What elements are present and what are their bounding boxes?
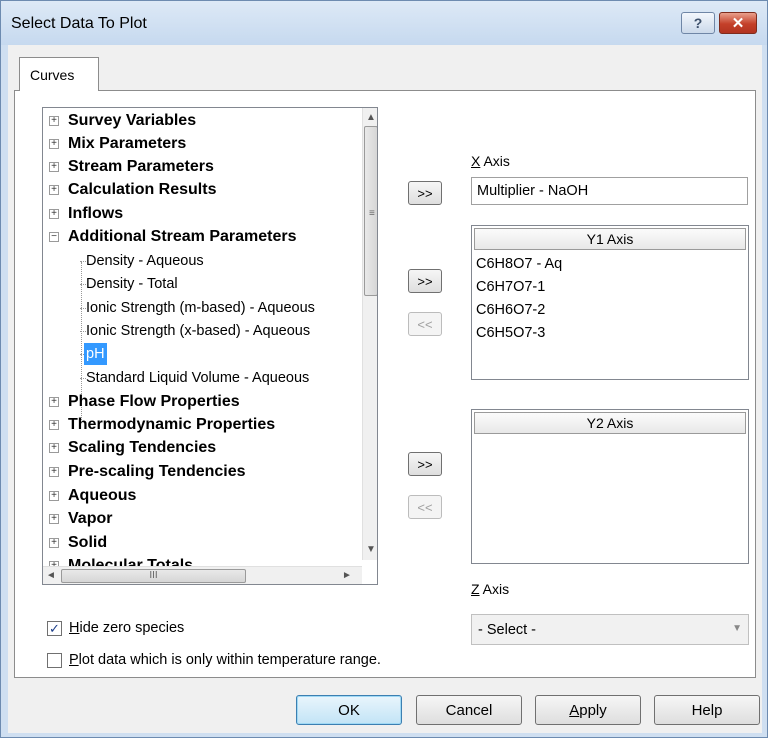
scrollbar-thumb[interactable]: III bbox=[61, 569, 246, 583]
tree-item-label: Stream Parameters bbox=[68, 158, 214, 175]
list-item[interactable]: C6H6O7-2 bbox=[476, 298, 545, 322]
select-data-dialog: Select Data To Plot ? ✕ Curves + Survey … bbox=[0, 0, 768, 738]
temperature-range-option[interactable]: Plot data which is only within temperatu… bbox=[47, 652, 381, 668]
title-bar[interactable]: Select Data To Plot ? ✕ bbox=[1, 1, 767, 45]
expand-icon[interactable]: + bbox=[49, 514, 59, 524]
z-axis-select[interactable]: - Select - ▼ bbox=[471, 614, 749, 645]
hide-zero-species-option[interactable]: ✓ Hide zero species bbox=[47, 620, 184, 636]
hide-zero-species-label: Hide zero species bbox=[69, 620, 184, 636]
expand-icon[interactable]: + bbox=[49, 185, 59, 195]
temp-range-text: lot data which is only within temperatur… bbox=[78, 652, 381, 668]
expand-icon[interactable]: + bbox=[49, 443, 59, 453]
variable-tree[interactable]: + Survey Variables + Mix Parameters + St… bbox=[42, 107, 378, 585]
apply-button[interactable]: Apply bbox=[535, 695, 641, 725]
curves-tab-page: + Survey Variables + Mix Parameters + St… bbox=[14, 90, 756, 678]
z-axis-selected-value: - Select - bbox=[478, 622, 537, 638]
close-button[interactable]: ✕ bbox=[719, 12, 757, 34]
tree-item-label: Pre-scaling Tendencies bbox=[68, 463, 246, 480]
x-axis-label-mnemonic: X bbox=[471, 153, 481, 169]
remove-from-y2-axis-button[interactable]: << bbox=[408, 495, 442, 519]
expand-icon[interactable]: + bbox=[49, 139, 59, 149]
y2-axis-header: Y2 Axis bbox=[474, 412, 746, 434]
hide-zero-species-checkbox[interactable]: ✓ bbox=[47, 620, 62, 636]
tree-item-label: Density - Aqueous bbox=[86, 253, 204, 269]
window-title: Select Data To Plot bbox=[11, 15, 147, 32]
grip-icon: ≡ bbox=[369, 208, 375, 219]
add-to-x-axis-button[interactable]: >> bbox=[408, 181, 442, 205]
tab-curves[interactable]: Curves bbox=[19, 57, 99, 91]
tree-item-label: Survey Variables bbox=[68, 112, 197, 129]
tree-item-label: Inflows bbox=[68, 205, 124, 222]
scrollbar-thumb[interactable]: ≡ bbox=[364, 126, 377, 296]
temp-range-mnemonic: P bbox=[69, 652, 79, 668]
tree-item-label: Ionic Strength (x-based) - Aqueous bbox=[86, 323, 311, 339]
x-axis-field[interactable]: Multiplier - NaOH bbox=[471, 177, 748, 205]
help-button[interactable]: Help bbox=[654, 695, 760, 725]
tree-item-label: Ionic Strength (m-based) - Aqueous bbox=[86, 300, 315, 316]
expand-icon[interactable]: + bbox=[49, 491, 59, 501]
cancel-button[interactable]: Cancel bbox=[416, 695, 522, 725]
tree-horizontal-scrollbar[interactable]: ◄ III ► bbox=[43, 566, 362, 584]
scroll-right-icon[interactable]: ► bbox=[339, 568, 355, 584]
expand-icon[interactable]: + bbox=[49, 116, 59, 126]
help-title-button[interactable]: ? bbox=[681, 12, 715, 34]
temperature-range-label: Plot data which is only within temperatu… bbox=[69, 652, 381, 668]
list-item[interactable]: C6H5O7-3 bbox=[476, 321, 545, 345]
tree-item-label: Additional Stream Parameters bbox=[68, 228, 297, 245]
chevron-down-icon[interactable]: ▼ bbox=[732, 623, 742, 634]
expand-icon[interactable]: + bbox=[49, 467, 59, 477]
x-axis-label: X Axis bbox=[471, 153, 510, 169]
hide-zero-text: ide zero species bbox=[79, 620, 185, 636]
remove-from-y1-axis-button[interactable]: << bbox=[408, 312, 442, 336]
tree-item-label: Aqueous bbox=[68, 487, 137, 504]
tree-item-label: Solid bbox=[68, 534, 108, 551]
temperature-range-checkbox[interactable] bbox=[47, 652, 62, 668]
expand-icon[interactable]: + bbox=[49, 538, 59, 548]
tree-item-label: Mix Parameters bbox=[68, 135, 187, 152]
y2-axis-list[interactable]: Y2 Axis bbox=[471, 409, 749, 564]
tree-vertical-scrollbar[interactable]: ▲ ≡ ▼ bbox=[362, 108, 377, 560]
tree-item-label-selected: pH bbox=[84, 343, 107, 365]
ok-button[interactable]: OK bbox=[296, 695, 402, 725]
tree-item-label: Phase Flow Properties bbox=[68, 393, 240, 410]
scroll-up-icon[interactable]: ▲ bbox=[363, 110, 377, 126]
tree-item-label: Calculation Results bbox=[68, 181, 217, 198]
tree-item-label: Density - Total bbox=[86, 276, 178, 292]
apply-mnemonic: A bbox=[569, 701, 580, 719]
collapse-icon[interactable]: − bbox=[49, 232, 59, 242]
expand-icon[interactable]: + bbox=[49, 162, 59, 172]
y1-axis-header: Y1 Axis bbox=[474, 228, 746, 250]
apply-text: pply bbox=[579, 701, 607, 719]
z-axis-label: Z Axis bbox=[471, 581, 509, 597]
y1-axis-list[interactable]: Y1 Axis C6H8O7 - Aq C6H7O7-1 C6H6O7-2 C6… bbox=[471, 225, 749, 380]
tree-item-label: Vapor bbox=[68, 510, 113, 527]
tree-item-label: Scaling Tendencies bbox=[68, 439, 217, 456]
z-axis-label-mnemonic: Z bbox=[471, 581, 480, 597]
tree-item-label: Thermodynamic Properties bbox=[68, 416, 276, 433]
dialog-client-area: Curves + Survey Variables + Mix Paramete… bbox=[8, 45, 762, 733]
add-to-y2-axis-button[interactable]: >> bbox=[408, 452, 442, 476]
z-axis-label-text: Axis bbox=[479, 581, 510, 597]
expand-icon[interactable]: + bbox=[49, 397, 59, 407]
list-item[interactable]: C6H7O7-1 bbox=[476, 275, 545, 299]
expand-icon[interactable]: + bbox=[49, 420, 59, 430]
tree-item-label: Standard Liquid Volume - Aqueous bbox=[86, 370, 310, 386]
add-to-y1-axis-button[interactable]: >> bbox=[408, 269, 442, 293]
x-axis-label-text: Axis bbox=[480, 153, 510, 169]
expand-icon[interactable]: + bbox=[49, 209, 59, 219]
list-item[interactable]: C6H8O7 - Aq bbox=[476, 252, 562, 276]
scroll-down-icon[interactable]: ▼ bbox=[363, 542, 377, 558]
hide-zero-mnemonic: H bbox=[69, 620, 80, 636]
scroll-left-icon[interactable]: ◄ bbox=[43, 568, 59, 584]
